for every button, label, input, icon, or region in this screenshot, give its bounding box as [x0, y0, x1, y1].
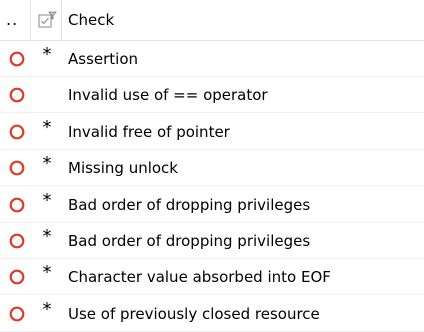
status-circle-icon [9, 233, 25, 249]
status-circle-icon [9, 124, 25, 140]
table-row[interactable]: * Missing unlock [0, 150, 424, 186]
column-header-check[interactable]: Check [68, 10, 114, 30]
check-label: Invalid free of pointer [68, 123, 230, 141]
new-flag-marker: * [42, 299, 52, 320]
column-divider[interactable] [61, 0, 62, 41]
new-flag-marker: * [42, 44, 52, 65]
status-circle-icon [9, 160, 25, 176]
table-row[interactable]: * Assertion [0, 41, 424, 77]
status-circle-icon [9, 269, 25, 285]
table-row[interactable]: Invalid use of == operator [0, 77, 424, 113]
check-label: Character value absorbed into EOF [68, 268, 331, 286]
table-row[interactable]: * Invalid free of pointer [0, 114, 424, 150]
status-circle-icon [9, 87, 25, 103]
status-circle-icon [9, 51, 25, 67]
table-row[interactable]: * Character value absorbed into EOF [0, 259, 424, 295]
check-label: Assertion [68, 50, 139, 68]
results-table: .. Check * Assertion Invalid use of == ope… [0, 0, 424, 332]
new-flag-marker [40, 82, 54, 100]
table-row[interactable]: * Use of previously closed resource [0, 296, 424, 332]
status-circle-icon [9, 197, 25, 213]
check-label: Invalid use of == operator [68, 86, 268, 104]
new-flag-marker: * [42, 226, 52, 247]
new-flag-marker: * [42, 190, 52, 211]
column-divider[interactable] [30, 0, 31, 41]
check-label: Missing unlock [68, 159, 178, 177]
column-header-status[interactable]: .. [6, 11, 28, 29]
check-label: Use of previously closed resource [68, 305, 320, 323]
new-flag-marker: * [42, 262, 52, 283]
checkbox-flag-icon[interactable] [36, 10, 58, 32]
check-label: Bad order of dropping privileges [68, 232, 311, 250]
table-header: .. Check [0, 0, 424, 41]
table-row[interactable]: * Bad order of dropping privileges [0, 223, 424, 259]
new-flag-marker: * [42, 153, 52, 174]
new-flag-marker: * [42, 117, 52, 138]
check-label: Bad order of dropping privileges [68, 196, 311, 214]
status-circle-icon [9, 306, 25, 322]
table-row[interactable]: * Bad order of dropping privileges [0, 187, 424, 223]
